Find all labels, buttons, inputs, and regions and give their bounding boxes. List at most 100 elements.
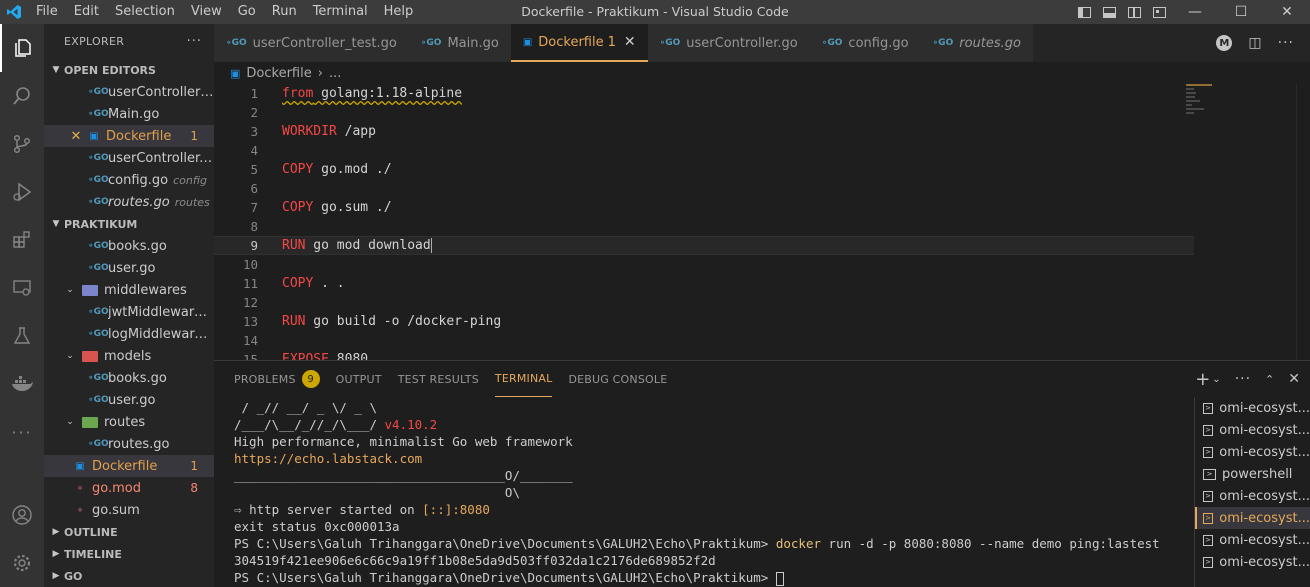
open-editor-item[interactable]: ∘GO userController_t... [44,81,214,103]
close-tab-icon[interactable]: ✕ [624,34,636,50]
file-item[interactable]: ∘ go.sum [44,499,214,521]
menu-file[interactable]: File [28,0,66,24]
tab-terminal[interactable]: TERMINAL [494,361,553,397]
open-editors-section[interactable]: ▼ OPEN EDITORS [44,59,214,81]
go-file-icon: ∘GO [88,329,109,339]
tab-usercontroller[interactable]: ∘GO userController.go [647,24,810,62]
close-editor-icon[interactable]: ✕ [68,129,84,144]
file-item[interactable]: ∘GO user.go [44,389,214,411]
maximize-button[interactable]: ☐ [1218,0,1264,24]
close-window-button[interactable]: ✕ [1264,0,1310,24]
m-extension-icon[interactable]: M [1216,35,1233,51]
minimize-button[interactable]: — [1172,0,1218,24]
more-icon[interactable]: ··· [0,408,44,456]
tab-debug-console[interactable]: DEBUG CONSOLE [568,361,667,397]
menu-view[interactable]: View [183,0,230,24]
tab-routes[interactable]: ∘GO routes.go [920,24,1033,62]
panel-more-icon[interactable]: ··· [1235,371,1251,387]
folder-item[interactable]: ⌄ models [44,345,214,367]
terminal-output[interactable]: / _// __/ _ \/ _ \ /___/\__/_//_/\___/ v… [234,399,1194,587]
customize-layout-icon[interactable] [1153,6,1166,18]
tab-config[interactable]: ∘GO config.go [809,24,921,62]
terminal-instance[interactable]: > omi-ecosyst... [1195,441,1310,463]
breadcrumb-file[interactable]: Dockerfile [246,66,311,81]
folder-models-icon [82,350,98,362]
toggle-sidebar-icon[interactable] [1078,6,1091,18]
close-panel-icon[interactable]: ✕ [1288,371,1300,387]
run-debug-icon[interactable] [0,168,44,216]
terminal-line: PS C:\Users\Galuh Trihanggara\OneDrive\D… [234,536,1160,551]
tab-dockerfile[interactable]: ▣ Dockerfile 1 ✕ [510,24,648,62]
go-file-icon: ∘GO [88,439,109,449]
menu-selection[interactable]: Selection [107,0,183,24]
docker-icon[interactable] [0,360,44,408]
praktikum-section[interactable]: ▼ PRAKTIKUM [44,213,214,235]
chevron-right-icon: ▶ [52,549,60,559]
terminal-instance[interactable]: > omi-ecosyst... [1195,419,1310,441]
file-item[interactable]: ∘GO books.go [44,367,214,389]
timeline-section[interactable]: ▶ TIMELINE [44,543,214,565]
file-item-active[interactable]: ▣ Dockerfile 1 [44,455,214,477]
activity-bar: ··· [0,24,44,587]
menu-help[interactable]: Help [376,0,422,24]
editor-scrollbar[interactable] [1296,84,1310,360]
explorer-more-icon[interactable]: ··· [187,34,202,49]
outline-section[interactable]: ▶ OUTLINE [44,521,214,543]
open-editor-item[interactable]: ∘GO Main.go [44,103,214,125]
menu-go[interactable]: Go [230,0,264,24]
menu-run[interactable]: Run [264,0,305,24]
file-item[interactable]: ∘GO jwtMiddleware.go [44,301,214,323]
account-icon[interactable] [0,491,44,539]
problem-count-badge: 8 [190,481,198,495]
folder-item[interactable]: ⌄ middlewares [44,279,214,301]
file-item[interactable]: ∘GO logMiddlewares.... [44,323,214,345]
terminal-instance[interactable]: > powershell [1195,463,1310,485]
source-control-icon[interactable] [0,120,44,168]
toggle-secondary-sidebar-icon[interactable] [1128,6,1141,18]
tab-usercontroller-test[interactable]: ∘GO userController_test.go [214,24,409,62]
tab-output[interactable]: OUTPUT [336,361,382,397]
search-icon[interactable] [0,72,44,120]
code-line: 5 COPY go.mod ./ [250,162,392,177]
terminal-instance-active[interactable]: > omi-ecosyst... [1195,507,1310,529]
chevron-down-icon[interactable]: ⌄ [1212,374,1220,385]
breadcrumb-more[interactable]: ... [329,66,341,81]
go-file-icon: ∘GO [420,38,442,48]
tab-test-results[interactable]: TEST RESULTS [398,361,479,397]
go-file-icon: ∘GO [88,307,109,317]
go-section[interactable]: ▶ GO [44,565,214,587]
split-editor-icon[interactable]: ◫ [1248,35,1261,51]
remote-explorer-icon[interactable] [0,264,44,312]
maximize-panel-icon[interactable]: ⌃ [1265,373,1274,386]
editor-more-icon[interactable]: ··· [1278,35,1294,51]
open-editor-item[interactable]: ∘GO config.go config [44,169,214,191]
toggle-panel-icon[interactable] [1103,6,1116,18]
manage-gear-icon[interactable] [0,539,44,587]
go-file-icon: ∘GO [88,175,109,185]
terminal-link[interactable]: https://echo.labstack.com [234,450,1194,467]
file-item[interactable]: ∘GO user.go [44,257,214,279]
docker-file-icon: ▣ [522,36,533,48]
folder-item[interactable]: ⌄ routes [44,411,214,433]
file-item[interactable]: ∘GO routes.go [44,433,214,455]
terminal-instance[interactable]: > omi-ecosyst... [1195,397,1310,419]
extensions-icon[interactable] [0,216,44,264]
open-editor-item[interactable]: ∘GO userController.g... [44,147,214,169]
code-editor[interactable]: 1 from golang:1.18-alpine 2 3 WORKDIR /app… [214,84,1310,360]
code-line: 4 [250,143,258,158]
tab-problems[interactable]: PROBLEMS 9 [234,361,320,397]
menu-terminal[interactable]: Terminal [305,0,376,24]
file-item[interactable]: ∘GO books.go [44,235,214,257]
testing-icon[interactable] [0,312,44,360]
terminal-instance[interactable]: > omi-ecosyst... [1195,485,1310,507]
terminal-instance[interactable]: > omi-ecosyst... [1195,529,1310,551]
new-terminal-icon[interactable]: + [1195,369,1210,390]
tab-main[interactable]: ∘GO Main.go [408,24,511,62]
open-editor-item-active[interactable]: ✕ ▣ Dockerfile 1 [44,125,214,147]
explorer-icon[interactable] [0,24,44,72]
file-item[interactable]: ∘ go.mod 8 [44,477,214,499]
terminal-instance[interactable]: > omi-ecosyst... [1195,551,1310,573]
minimap[interactable] [1186,84,1246,144]
menu-edit[interactable]: Edit [66,0,107,24]
open-editor-item[interactable]: ∘GO routes.go routes [44,191,214,213]
